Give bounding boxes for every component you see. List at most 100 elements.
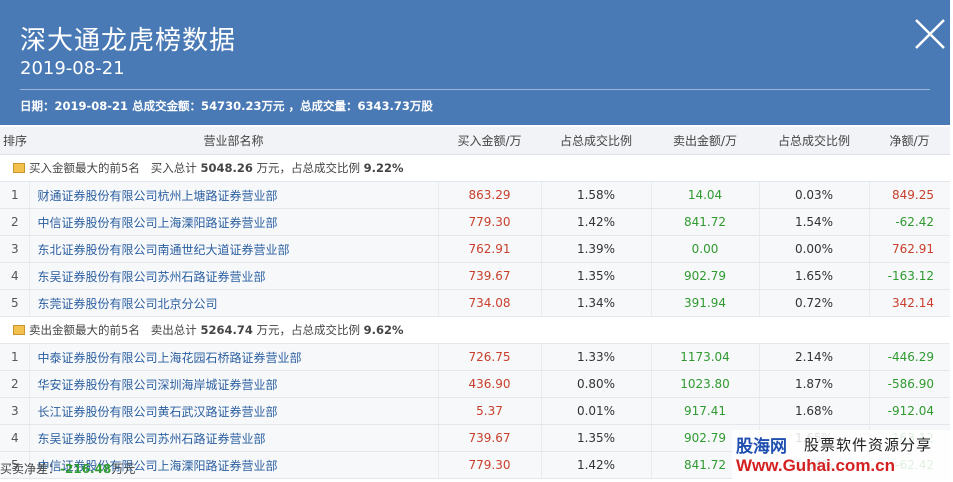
branch-name-cell: 东吴证券股份有限公司苏州石路证券营业部 <box>28 262 438 290</box>
branch-link[interactable]: 东北证券股份有限公司南通世纪大道证券营业部 <box>38 243 290 257</box>
net-amount-cell: 849.25 <box>868 181 950 209</box>
table-row: 3 东北证券股份有限公司南通世纪大道证券营业部 762.91 1.39% 0.00 0.0… <box>0 235 950 263</box>
sell-amount-cell: 1023.80 <box>650 370 759 398</box>
net-difference-label: 买卖净差： <box>0 462 61 476</box>
sell-section-ratio: 9.62% <box>363 323 404 337</box>
sell-ratio-cell: 1.68% <box>758 397 869 425</box>
net-difference: 买卖净差：-216.48万元 <box>0 460 135 477</box>
sell-ratio-cell: 1.87% <box>758 370 869 398</box>
buy-section-total-suffix: 万元，占总成交比例 <box>256 161 361 175</box>
col-buy-amount[interactable]: 买入金额/万 <box>438 127 541 155</box>
net-amount-cell: -586.90 <box>868 370 950 398</box>
branch-name-cell: 中信证券股份有限公司上海溧阳路证券营业部 <box>28 208 438 236</box>
watermark-slogan: 股票软件资源分享 <box>804 436 933 454</box>
buy-ratio-cell: 1.35% <box>540 424 651 452</box>
buy-section-summary: 买入金额最大的前5名 买入总计 5048.26 万元，占总成交比例 9.22% <box>0 154 950 182</box>
sell-ratio-cell: 2.14% <box>758 343 869 371</box>
buy-amount-cell: 779.30 <box>437 208 541 236</box>
sell-section-label: 卖出金额最大的前5名 <box>29 323 140 337</box>
sell-section-total-value: 5264.74 <box>200 323 253 337</box>
branch-link[interactable]: 中信证券股份有限公司上海溧阳路证券营业部 <box>38 216 278 230</box>
sell-amount-cell: 1173.04 <box>650 343 759 371</box>
header-divider <box>20 89 930 90</box>
branch-link[interactable]: 财通证券股份有限公司杭州上塘路证券营业部 <box>38 189 278 203</box>
rank-cell: 1 <box>0 343 29 371</box>
buy-amount-cell: 734.08 <box>437 289 541 317</box>
net-difference-value: -216.48 <box>60 462 112 476</box>
rank-cell: 2 <box>0 370 29 398</box>
table-row: 2 华安证券股份有限公司深圳海岸城证券营业部 436.90 0.80% 1023.80 1… <box>0 370 950 398</box>
branch-name-cell: 财通证券股份有限公司杭州上塘路证券营业部 <box>28 181 438 209</box>
buy-amount-cell: 762.91 <box>437 235 541 263</box>
branch-name-cell: 东北证券股份有限公司南通世纪大道证券营业部 <box>28 235 438 263</box>
buy-ratio-cell: 1.39% <box>540 235 651 263</box>
rank-cell: 4 <box>0 424 29 452</box>
buy-amount-cell: 436.90 <box>437 370 541 398</box>
col-rank[interactable]: 排序 <box>0 127 29 155</box>
buy-amount-cell: 863.29 <box>437 181 541 209</box>
watermark-site-name: 股海网 <box>736 437 787 457</box>
sell-amount-cell: 14.04 <box>650 181 759 209</box>
dragon-tiger-table: 排序 营业部名称 买入金额/万 占总成交比例 卖出金额/万 占总成交比例 净额/… <box>0 127 950 479</box>
table-header-row: 排序 营业部名称 买入金额/万 占总成交比例 卖出金额/万 占总成交比例 净额/… <box>0 127 950 155</box>
branch-link[interactable]: 华安证券股份有限公司深圳海岸城证券营业部 <box>38 378 278 392</box>
branch-link[interactable]: 东吴证券股份有限公司苏州石路证券营业部 <box>38 270 266 284</box>
net-amount-cell: 762.91 <box>868 235 950 263</box>
sell-amount-cell: 391.94 <box>650 289 759 317</box>
net-difference-unit: 万元 <box>111 462 136 476</box>
branch-link[interactable]: 东莞证券股份有限公司北京分公司 <box>38 297 218 311</box>
net-amount-cell: -62.42 <box>868 208 950 236</box>
col-branch-name[interactable]: 营业部名称 <box>29 127 438 155</box>
col-buy-ratio[interactable]: 占总成交比例 <box>541 127 651 155</box>
branch-link[interactable]: 东吴证券股份有限公司苏州石路证券营业部 <box>38 432 266 446</box>
sell-section-header: 卖出金额最大的前5名 卖出总计 5264.74 万元，占总成交比例 9.62% <box>0 316 950 344</box>
sell-section-total-suffix: 万元，占总成交比例 <box>256 323 361 337</box>
page-date: 2019-08-21 <box>20 58 125 79</box>
net-amount-cell: -163.12 <box>868 262 950 290</box>
rank-cell: 4 <box>0 262 29 290</box>
col-net-amount[interactable]: 净额/万 <box>869 127 950 155</box>
branch-name-cell: 中泰证券股份有限公司上海花园石桥路证券营业部 <box>28 343 438 371</box>
buy-ratio-cell: 1.35% <box>540 262 651 290</box>
buy-amount-cell: 726.75 <box>437 343 541 371</box>
buy-section-total-value: 5048.26 <box>200 161 253 175</box>
sell-section-total-label: 卖出总计 <box>150 323 197 337</box>
sell-amount-cell: 841.72 <box>650 208 759 236</box>
table-row: 1 财通证券股份有限公司杭州上塘路证券营业部 863.29 1.58% 14.04 0.0… <box>0 181 950 209</box>
branch-name-cell: 华安证券股份有限公司深圳海岸城证券营业部 <box>28 370 438 398</box>
branch-link[interactable]: 中泰证券股份有限公司上海花园石桥路证券营业部 <box>38 351 302 365</box>
branch-link[interactable]: 长江证券股份有限公司黄石武汉路证券营业部 <box>38 405 278 419</box>
sell-ratio-cell: 0.72% <box>758 289 869 317</box>
table-row: 2 中信证券股份有限公司上海溧阳路证券营业部 779.30 1.42% 841.72 1.… <box>0 208 950 236</box>
rank-cell: 2 <box>0 208 29 236</box>
branch-name-cell: 东莞证券股份有限公司北京分公司 <box>28 289 438 317</box>
buy-section-total-label: 买入总计 <box>150 161 197 175</box>
col-sell-ratio[interactable]: 占总成交比例 <box>759 127 869 155</box>
col-sell-amount[interactable]: 卖出金额/万 <box>651 127 759 155</box>
sell-ratio-cell: 0.03% <box>758 181 869 209</box>
rank-cell: 1 <box>0 181 29 209</box>
branch-name-cell: 长江证券股份有限公司黄石武汉路证券营业部 <box>28 397 438 425</box>
table-row: 4 东吴证券股份有限公司苏州石路证券营业部 739.671.35%902.791.6… <box>0 262 950 290</box>
branch-name-cell: 东吴证券股份有限公司苏州石路证券营业部 <box>28 424 438 452</box>
page-title: 深大通龙虎榜数据 <box>20 26 237 56</box>
sell-amount-cell: 902.79 <box>650 262 759 290</box>
table-row: 1 中泰证券股份有限公司上海花园石桥路证券营业部 726.75 1.33% 1173.0… <box>0 343 950 371</box>
sell-ratio-cell: 1.65% <box>758 262 869 290</box>
buy-amount-cell: 739.67 <box>437 262 541 290</box>
net-amount-cell: -446.29 <box>868 343 950 371</box>
buy-ratio-cell: 1.34% <box>540 289 651 317</box>
sell-ratio-cell: 1.54% <box>758 208 869 236</box>
rank-cell: 3 <box>0 397 29 425</box>
rank-cell: 3 <box>0 235 29 263</box>
buy-ratio-cell: 1.33% <box>540 343 651 371</box>
folder-icon <box>13 163 25 173</box>
buy-ratio-cell: 1.42% <box>540 451 651 479</box>
buy-ratio-cell: 0.80% <box>540 370 651 398</box>
close-button[interactable] <box>910 14 950 54</box>
buy-section-header: 买入金额最大的前5名 买入总计 5048.26 万元，占总成交比例 9.22% <box>0 154 950 182</box>
buy-amount-cell: 5.37 <box>437 397 541 425</box>
net-amount-cell: -912.04 <box>868 397 950 425</box>
close-icon <box>915 19 945 49</box>
watermark-logo: 股海网 股票软件资源分享 Www.Guhai.com.cn <box>732 430 953 482</box>
